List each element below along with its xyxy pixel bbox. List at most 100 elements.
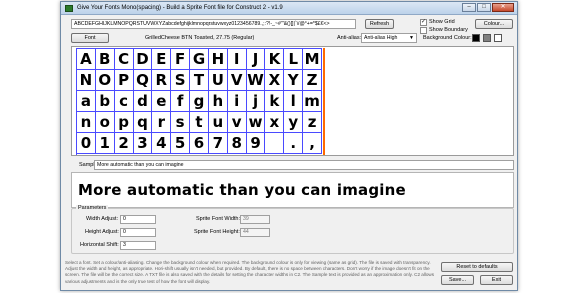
colour-button[interactable]: Colour...: [475, 19, 513, 29]
glyph-cell: .: [284, 133, 304, 154]
glyph-cell: V: [227, 70, 247, 91]
glyph-cell: H: [208, 49, 228, 70]
help-text: Select a font. Set a colour/anti-aliasin…: [65, 260, 435, 284]
height-adjust-label: Height Adjust:: [85, 229, 119, 235]
window-controls: – □ ✕: [462, 3, 514, 12]
sample-preview: More automatic than you can imagine: [71, 172, 514, 208]
refresh-button[interactable]: Refresh: [365, 19, 394, 29]
glyph-cell: W: [246, 70, 266, 91]
glyph-cell: [265, 133, 285, 154]
sample-input[interactable]: More automatic than you can imagine: [94, 160, 514, 170]
glyph-cell: 0: [77, 133, 96, 154]
sprite-preview[interactable]: ABCDEFGHIJKLM NOPQRSTUVWXYZabcdefghijklm n…: [71, 46, 514, 156]
glyph-cell: N: [77, 70, 96, 91]
anti-alias-value: Anti-alias High: [364, 35, 398, 41]
glyph-cell: 9: [246, 133, 266, 154]
glyph-cell: u: [208, 112, 228, 133]
sample-preview-text: More automatic than you can imagine: [78, 181, 406, 199]
glyph-cell: T: [190, 70, 209, 91]
glyph-cell: X: [265, 70, 285, 91]
glyph-cell: y: [284, 112, 304, 133]
sprite-font-width-label: Sprite Font Width:: [196, 216, 241, 222]
background-colour-label: Background Colour:: [423, 35, 472, 41]
show-boundary-label: Show Boundary: [429, 27, 468, 33]
glyph-cell: B: [95, 49, 115, 70]
glyph-grid: ABCDEFGHIJKLM NOPQRSTUVWXYZabcdefghijklm n…: [76, 48, 322, 155]
glyph-cell: c: [114, 91, 134, 112]
glyph-cell: ,: [303, 133, 322, 154]
close-button[interactable]: ✕: [492, 3, 514, 12]
app-window: Give Your Fonts Mono(spacing) - Build a …: [60, 1, 518, 291]
glyph-cell: g: [190, 91, 209, 112]
glyph-cell: I: [227, 49, 247, 70]
glyph-cell: s: [171, 112, 191, 133]
background-swatch-grey[interactable]: [483, 34, 491, 42]
glyph-cell: e: [152, 91, 172, 112]
glyph-cell: F: [171, 49, 191, 70]
anti-alias-select[interactable]: Anti-alias High ▼: [361, 33, 417, 43]
glyph-cell: f: [171, 91, 191, 112]
glyph-cell: M: [303, 49, 322, 70]
glyph-cell: t: [190, 112, 209, 133]
glyph-cell: a: [77, 91, 96, 112]
glyph-cell: m: [303, 91, 322, 112]
glyph-cell: A: [77, 49, 96, 70]
glyph-cell: w: [246, 112, 266, 133]
glyph-cell: z: [303, 112, 322, 133]
app-icon: [65, 5, 73, 12]
glyph-cell: O: [95, 70, 115, 91]
glyph-cell: p: [114, 112, 134, 133]
show-grid-label: Show Grid: [429, 19, 455, 25]
glyph-cell: k: [265, 91, 285, 112]
glyph-cell: 7: [208, 133, 228, 154]
minimize-button[interactable]: –: [462, 3, 476, 12]
glyph-cell: 5: [171, 133, 191, 154]
glyph-cell: x: [265, 112, 285, 133]
glyph-cell: 6: [190, 133, 209, 154]
width-adjust-label: Width Adjust:: [86, 216, 119, 222]
parameters-legend: Parameters: [76, 205, 109, 211]
glyph-cell: n: [77, 112, 96, 133]
show-grid-checkbox[interactable]: ✓: [420, 19, 427, 26]
sprite-font-height-label: Sprite Font Height:: [194, 229, 240, 235]
glyph-cell: h: [208, 91, 228, 112]
glyph-cell: d: [133, 91, 153, 112]
save-button[interactable]: Save...: [441, 275, 474, 285]
font-button[interactable]: Font: [71, 33, 109, 43]
glyph-cell: G: [190, 49, 209, 70]
window-title: Give Your Fonts Mono(spacing) - Build a …: [77, 5, 283, 11]
maximize-button[interactable]: □: [477, 3, 491, 12]
boundary-line: [323, 48, 325, 155]
show-boundary-checkbox[interactable]: [420, 27, 427, 34]
characters-input[interactable]: ABCDEFGHIJKLMNOPQRSTUVWXYZabcdefghijklmn…: [71, 19, 356, 29]
anti-alias-label: Anti-alias:: [337, 35, 362, 41]
font-info: GrilledCheese BTN Toasted, 27.75 (Regula…: [145, 35, 255, 41]
glyph-cell: 4: [152, 133, 172, 154]
background-swatch-black[interactable]: [472, 34, 480, 42]
glyph-cell: Y: [284, 70, 304, 91]
glyph-cell: D: [133, 49, 153, 70]
glyph-cell: b: [95, 91, 115, 112]
glyph-cell: j: [246, 91, 266, 112]
reset-defaults-button[interactable]: Reset to defaults: [441, 262, 513, 272]
glyph-cell: r: [152, 112, 172, 133]
glyph-cell: R: [152, 70, 172, 91]
glyph-cell: Z: [303, 70, 322, 91]
glyph-cell: 8: [227, 133, 247, 154]
horizontal-shift-input[interactable]: 3: [120, 241, 156, 250]
glyph-cell: C: [114, 49, 134, 70]
title-bar[interactable]: Give Your Fonts Mono(spacing) - Build a …: [61, 2, 517, 15]
glyph-cell: E: [152, 49, 172, 70]
glyph-cell: S: [171, 70, 191, 91]
width-adjust-input[interactable]: 0: [120, 215, 156, 224]
glyph-cell: 2: [114, 133, 134, 154]
sprite-font-height-value: 44: [240, 228, 270, 237]
glyph-cell: i: [227, 91, 247, 112]
glyph-cell: q: [133, 112, 153, 133]
parameters-group: Parameters Width Adjust: 0 Height Adjust…: [71, 205, 514, 254]
glyph-cell: Q: [133, 70, 153, 91]
height-adjust-input[interactable]: 0: [120, 228, 156, 237]
background-swatch-white[interactable]: [494, 34, 502, 42]
exit-button[interactable]: Exit: [480, 275, 513, 285]
glyph-cell: v: [227, 112, 247, 133]
